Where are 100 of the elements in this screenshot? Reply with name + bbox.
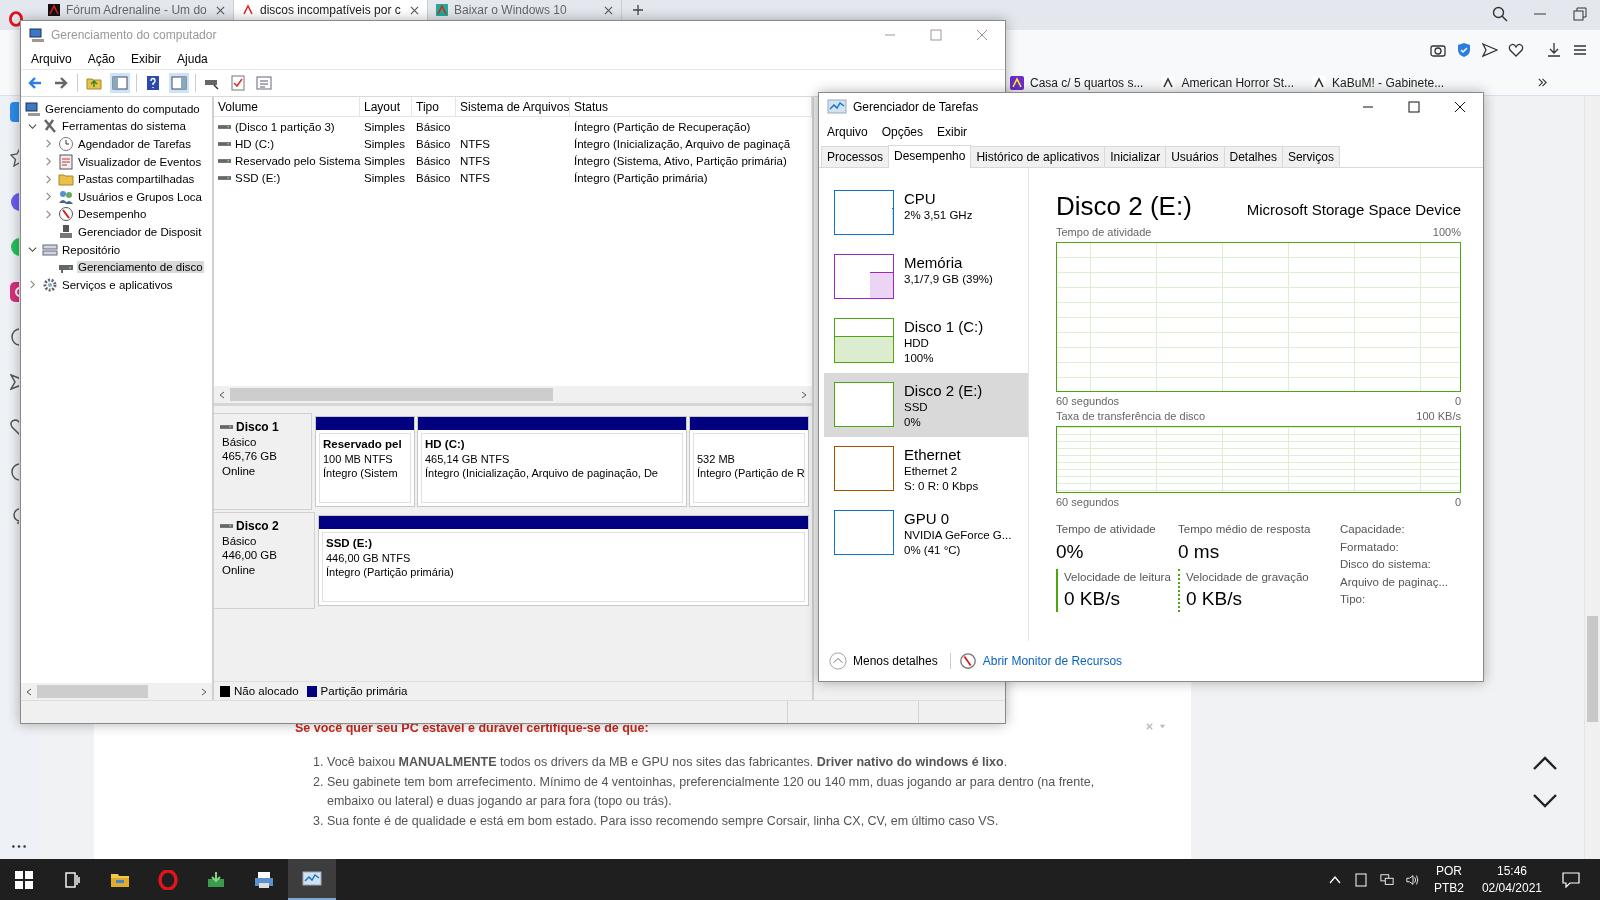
partition-block[interactable]: Reservado pel 100 MB NTFS Íntegro (Sistem bbox=[315, 416, 415, 507]
notification-icon[interactable] bbox=[1562, 871, 1580, 888]
clock-icon[interactable] bbox=[10, 462, 19, 482]
star-icon[interactable] bbox=[10, 147, 19, 167]
close-icon[interactable] bbox=[216, 5, 225, 15]
bookmark[interactable]: KaBuM! - Gabinete... bbox=[1312, 75, 1445, 90]
heart-icon[interactable] bbox=[1508, 42, 1524, 58]
tree-item[interactable]: Agendador de Tarefas bbox=[21, 135, 212, 153]
heart-icon[interactable] bbox=[10, 417, 19, 437]
new-tab-icon[interactable] bbox=[632, 4, 644, 16]
network-icon[interactable] bbox=[1379, 872, 1394, 887]
bookmark[interactable]: Casa c/ 5 quartos s... bbox=[1010, 75, 1144, 90]
scrollbar-thumb[interactable] bbox=[1587, 616, 1598, 722]
send-icon[interactable] bbox=[10, 372, 19, 392]
disk-label-panel[interactable]: Disco 1 Básico 465,76 GB Online bbox=[214, 413, 312, 510]
menu-item[interactable]: Ação bbox=[87, 52, 116, 66]
printer-icon[interactable] bbox=[254, 869, 274, 890]
resource-item[interactable]: Ethernet Ethernet 2 S: 0 R: 0 Kbps bbox=[824, 437, 1028, 501]
send-icon[interactable] bbox=[1482, 42, 1498, 58]
close-icon[interactable] bbox=[410, 5, 419, 15]
menu-icon[interactable] bbox=[1572, 42, 1588, 58]
resource-item[interactable]: GPU 0 NVIDIA GeForce G... 0% (41 °C) bbox=[824, 501, 1028, 565]
tab[interactable]: Processos bbox=[821, 146, 890, 167]
partition-block[interactable]: HD (C:) 465,14 GB NTFS Íntegro (Inicialização, Arquivo de paginação, De bbox=[417, 416, 687, 507]
installer-icon[interactable] bbox=[206, 869, 226, 890]
scrollbar-thumb[interactable] bbox=[230, 388, 553, 401]
panel-icon[interactable] bbox=[169, 73, 189, 93]
tab[interactable]: Desempenho bbox=[888, 145, 972, 168]
scrollbar[interactable] bbox=[1584, 96, 1600, 859]
resource-item[interactable]: Disco 2 (E:) SSD 0% bbox=[824, 373, 1028, 437]
resource-item[interactable]: Disco 1 (C:) HDD 100% bbox=[824, 309, 1028, 373]
chevron-down-icon[interactable] bbox=[1532, 793, 1558, 809]
restore-icon[interactable] bbox=[1572, 6, 1588, 22]
panel-icon[interactable] bbox=[110, 73, 130, 93]
tab[interactable]: Serviços bbox=[1281, 146, 1340, 167]
menu-item[interactable]: Exibir bbox=[937, 125, 968, 139]
play-icon[interactable] bbox=[10, 327, 19, 347]
layout-text[interactable]: PTB2 bbox=[1433, 879, 1464, 897]
tab[interactable]: Inicializar bbox=[1104, 146, 1167, 167]
column-header[interactable]: Status bbox=[570, 97, 812, 116]
menu-item[interactable]: Arquivo bbox=[31, 52, 72, 66]
bulb-icon[interactable] bbox=[10, 507, 19, 527]
camera-icon[interactable] bbox=[1430, 42, 1446, 58]
ring-icon[interactable] bbox=[158, 869, 178, 890]
tree-item[interactable]: Ferramentas do sistema bbox=[21, 117, 212, 136]
close-icon[interactable] bbox=[604, 5, 613, 15]
search-icon[interactable] bbox=[1492, 6, 1508, 22]
tree-item[interactable]: Visualizador de Eventos bbox=[21, 152, 212, 171]
tree-item[interactable]: Serviços e aplicativos bbox=[21, 275, 212, 294]
tree-item[interactable]: Repositório bbox=[21, 240, 212, 259]
browser-tab[interactable]: discos incompatíveis por c bbox=[234, 0, 428, 20]
monitor-icon[interactable] bbox=[827, 97, 847, 117]
speaker-icon[interactable] bbox=[1405, 872, 1420, 887]
menu-item[interactable]: Opções bbox=[881, 125, 924, 139]
collapse-icon[interactable] bbox=[28, 245, 37, 255]
scrollbar[interactable] bbox=[21, 683, 212, 700]
language-text[interactable]: POR bbox=[1435, 862, 1462, 880]
tree-item[interactable]: Usuários e Grupos Loca bbox=[21, 187, 212, 206]
partition-block[interactable]: 532 MB Íntegro (Partição de R bbox=[689, 416, 809, 507]
bookmark[interactable]: American Horror St... bbox=[1161, 75, 1295, 90]
checklist-icon[interactable] bbox=[228, 73, 248, 93]
resource-item[interactable]: CPU 2% 3,51 GHz bbox=[824, 181, 1028, 245]
tab[interactable]: Histórico de aplicativos bbox=[970, 146, 1106, 167]
expand-icon[interactable] bbox=[28, 280, 37, 290]
app-icon[interactable] bbox=[10, 102, 19, 122]
column-header[interactable]: Volume bbox=[214, 97, 360, 116]
column-header[interactable]: Tipo bbox=[412, 97, 456, 116]
collapse-icon[interactable] bbox=[28, 121, 37, 131]
monitor-icon[interactable] bbox=[302, 868, 322, 889]
chat-icon[interactable] bbox=[10, 237, 19, 257]
tab[interactable]: Detalhes bbox=[1223, 146, 1283, 167]
start-icon[interactable] bbox=[14, 869, 34, 890]
more-bookmarks-icon[interactable] bbox=[1537, 77, 1548, 88]
tree-item[interactable]: Pastas compartilhadas bbox=[21, 170, 212, 188]
less-details-link[interactable]: Menos detalhes bbox=[853, 654, 938, 668]
disk-label-panel[interactable]: Disco 2 Básico 446,00 GB Online bbox=[214, 512, 315, 609]
resource-monitor-link[interactable]: Abrir Monitor de Recursos bbox=[982, 654, 1123, 668]
clock-date[interactable]: 02/04/2021 bbox=[1481, 879, 1542, 897]
download-icon[interactable] bbox=[1546, 42, 1562, 58]
column-header[interactable]: Layout bbox=[360, 97, 412, 116]
scrollbar-thumb[interactable] bbox=[37, 685, 149, 698]
taskbar-app[interactable] bbox=[288, 859, 336, 900]
menu-item[interactable]: Arquivo bbox=[827, 125, 868, 139]
gauge-icon[interactable] bbox=[958, 652, 977, 670]
tree-item[interactable]: Gerenciador de Disposit bbox=[21, 223, 212, 241]
tree-item[interactable]: Desempenho bbox=[21, 205, 212, 224]
resource-item[interactable]: Memória 3,1/7,9 GB (39%) bbox=[824, 245, 1028, 309]
menu-item[interactable]: Exibir bbox=[131, 52, 162, 66]
task-view-icon[interactable] bbox=[62, 869, 82, 890]
column-header[interactable]: Sistema de Arquivos bbox=[456, 97, 570, 116]
tree-item[interactable]: Gerenciamento do computado bbox=[21, 100, 212, 118]
tab[interactable]: Usuários bbox=[1165, 146, 1225, 167]
browser-logo[interactable] bbox=[8, 10, 24, 28]
chat-icon[interactable] bbox=[10, 192, 19, 212]
scrollbar[interactable] bbox=[214, 386, 812, 403]
partition-block[interactable]: SSD (E:) 446,00 GB NTFS Íntegro (Partição primária) bbox=[318, 515, 809, 606]
tree-item[interactable]: Gerenciamento de disco bbox=[21, 258, 212, 276]
tablet-icon[interactable] bbox=[1353, 872, 1368, 887]
chevron-up-icon[interactable] bbox=[1532, 755, 1558, 771]
clock-time[interactable]: 15:46 bbox=[1496, 862, 1527, 880]
